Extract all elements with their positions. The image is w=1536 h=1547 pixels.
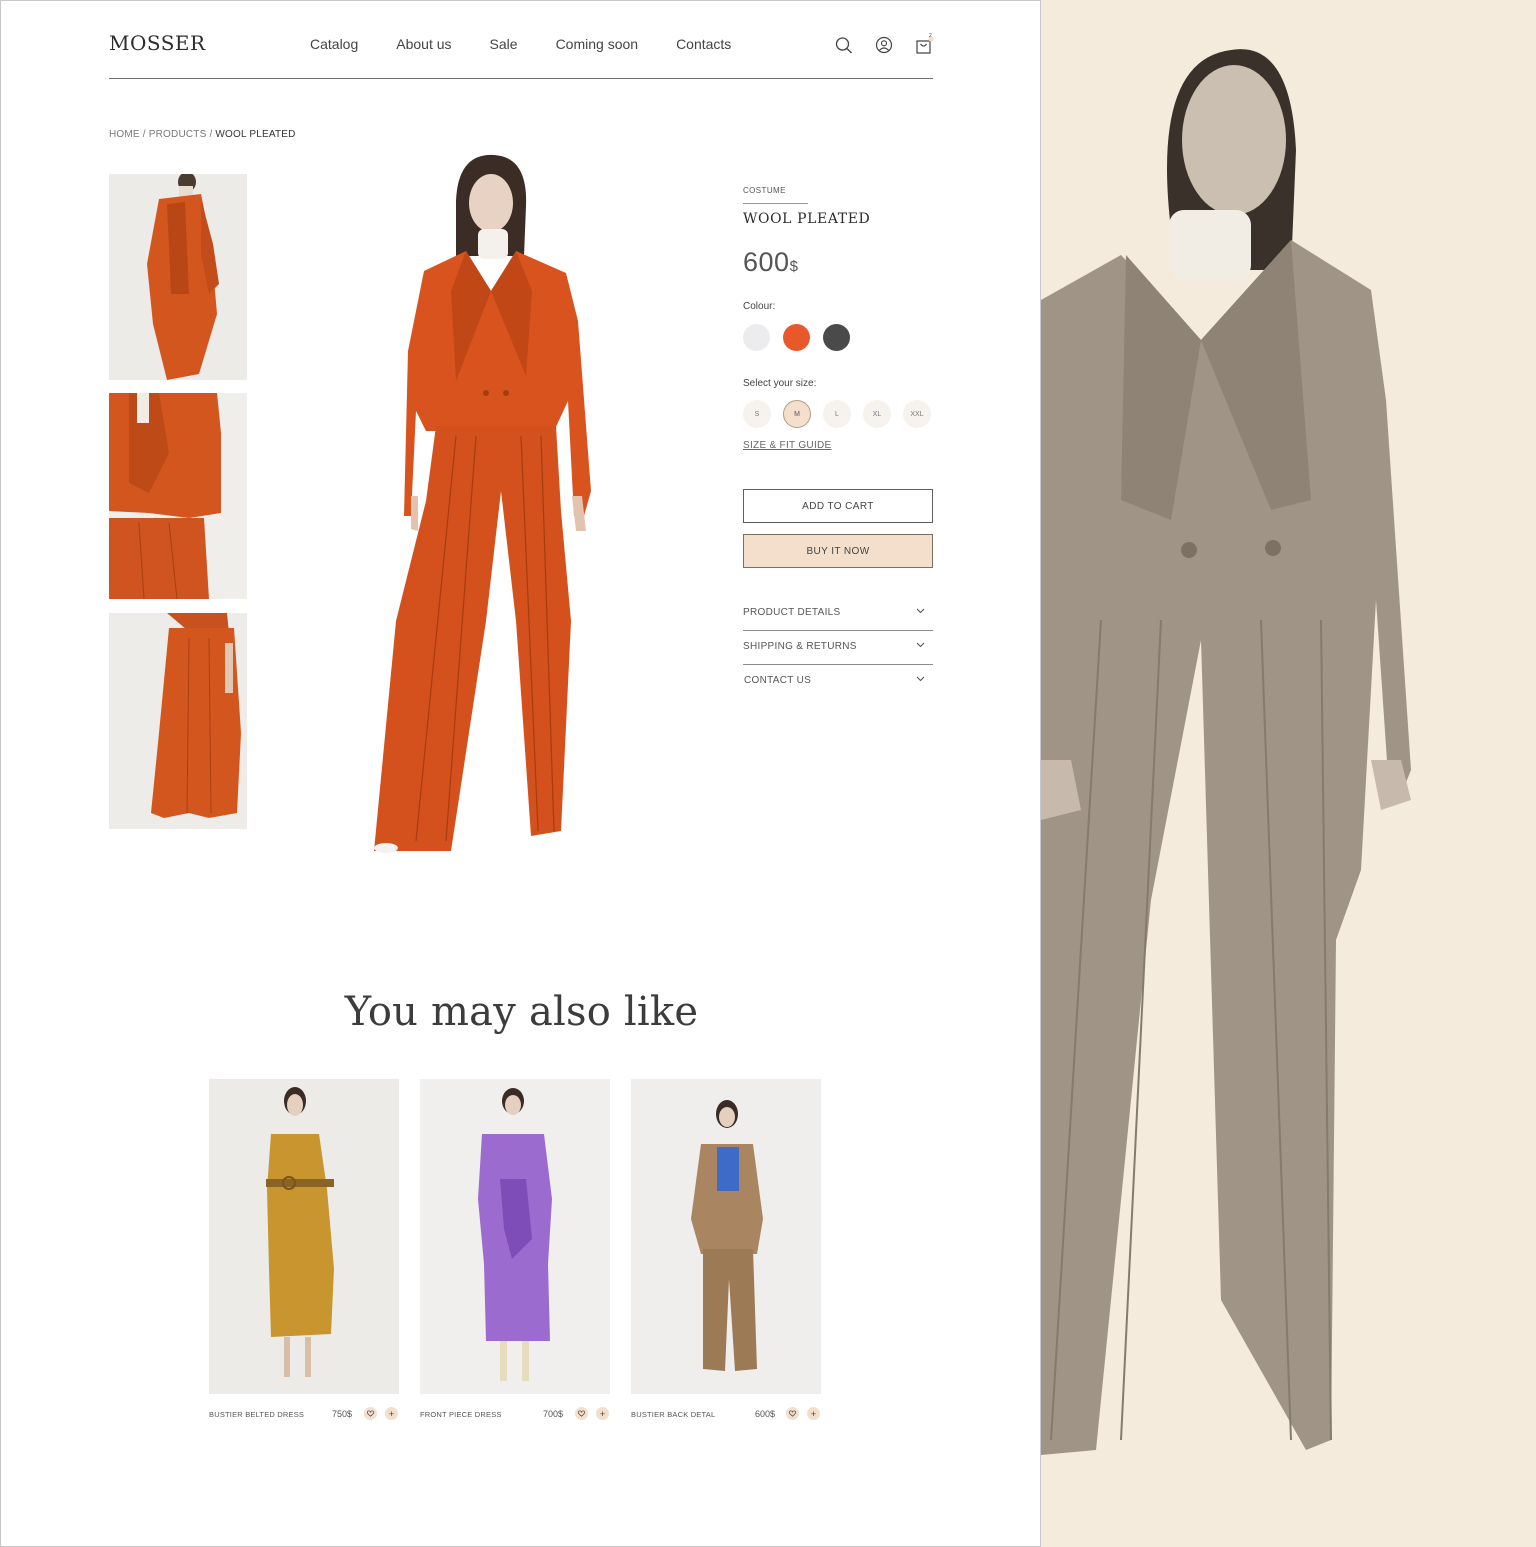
add-to-cart-button[interactable]: ADD TO CART [743, 489, 933, 523]
size-option-xl[interactable]: XL [863, 400, 891, 428]
breadcrumb-products[interactable]: PRODUCTS [149, 129, 207, 140]
recommendation-price-1: 750$ [332, 1409, 353, 1419]
side-editorial-photo [1041, 0, 1536, 1547]
plus-icon[interactable]: + [807, 1407, 820, 1420]
main-product-image [356, 151, 606, 856]
nav-contacts[interactable]: Contacts [676, 36, 731, 52]
breadcrumb-home[interactable]: HOME [109, 129, 140, 140]
size-option-l[interactable]: L [823, 400, 851, 428]
product-page: MOSSER Catalog About us Sale Coming soon… [0, 0, 1041, 1547]
accordion-divider [743, 664, 933, 665]
cart-icon[interactable]: 2 [915, 33, 934, 54]
header-actions: 2 [835, 33, 934, 54]
price-value: 600 [743, 247, 790, 277]
nav-sale[interactable]: Sale [490, 36, 518, 52]
product-price: 600$ [743, 247, 798, 278]
nav-catalog[interactable]: Catalog [310, 36, 358, 52]
recommendation-image-2[interactable] [420, 1079, 610, 1394]
size-selector: S M L XL XXL [743, 400, 931, 428]
main-nav: Catalog About us Sale Coming soon Contac… [310, 36, 769, 52]
breadcrumb-separator: / [139, 129, 149, 140]
chevron-down-icon [916, 606, 925, 618]
product-thumbnail-2[interactable] [109, 393, 247, 599]
recommendation-image-3[interactable] [631, 1079, 821, 1394]
plus-icon[interactable]: + [385, 1407, 398, 1420]
cart-count-badge: 2 [929, 33, 932, 39]
product-thumbnail-3[interactable] [109, 613, 247, 829]
accordion-product-details[interactable]: PRODUCT DETAILS [743, 599, 933, 632]
accordion-label: PRODUCT DETAILS [743, 607, 841, 618]
recommendation-name-3[interactable]: BUSTIER BACK DETAL [631, 1410, 715, 1419]
accordion-contact-us[interactable]: CONTACT US [743, 667, 933, 700]
product-category: COSTUME [743, 186, 786, 195]
size-option-s[interactable]: S [743, 400, 771, 428]
price-currency: $ [789, 258, 799, 275]
nav-about-us[interactable]: About us [396, 36, 451, 52]
buy-now-button[interactable]: BUY IT NOW [743, 534, 933, 568]
recommendation-price-2: 700$ [543, 1409, 564, 1419]
plus-icon[interactable]: + [596, 1407, 609, 1420]
breadcrumb-current: WOOL PLEATED [215, 129, 296, 140]
user-icon[interactable] [875, 36, 893, 54]
breadcrumb: HOME / PRODUCTS / WOOL PLEATED [109, 129, 296, 140]
chevron-down-icon [916, 674, 925, 686]
chevron-down-icon [916, 640, 925, 652]
site-logo[interactable]: MOSSER [109, 31, 206, 55]
search-icon[interactable] [835, 36, 853, 54]
recommendations-heading: You may also like [344, 989, 699, 1035]
accordion-label: CONTACT US [744, 675, 812, 686]
accordion-shipping-returns[interactable]: SHIPPING & RETURNS [743, 633, 933, 666]
size-fit-guide-link[interactable]: SIZE & FIT GUIDE [743, 440, 832, 451]
heart-icon[interactable] [575, 1407, 588, 1420]
colour-swatch-light-grey[interactable] [743, 324, 770, 351]
product-thumbnail-1[interactable] [109, 174, 247, 380]
size-label: Select your size: [743, 378, 817, 389]
colour-swatches [743, 324, 850, 351]
recommendation-image-1[interactable] [209, 1079, 399, 1394]
category-divider [743, 203, 808, 204]
accordion-label: SHIPPING & RETURNS [743, 641, 857, 652]
heart-icon[interactable] [364, 1407, 377, 1420]
recommendation-name-1[interactable]: BUSTIER BELTED DRESS [209, 1410, 304, 1419]
recommendation-price-3: 600$ [755, 1409, 776, 1419]
size-option-m[interactable]: M [783, 400, 811, 428]
size-option-xxl[interactable]: XXL [903, 400, 931, 428]
recommendation-name-2[interactable]: FRONT PIECE DRESS [420, 1410, 502, 1419]
colour-swatch-dark-grey[interactable] [823, 324, 850, 351]
colour-label: Colour: [743, 301, 776, 312]
heart-icon[interactable] [786, 1407, 799, 1420]
accordion-divider [743, 630, 933, 631]
nav-coming-soon[interactable]: Coming soon [556, 36, 639, 52]
header-divider [109, 78, 933, 79]
product-title: WOOL PLEATED [743, 211, 871, 227]
colour-swatch-orange[interactable] [783, 324, 810, 351]
